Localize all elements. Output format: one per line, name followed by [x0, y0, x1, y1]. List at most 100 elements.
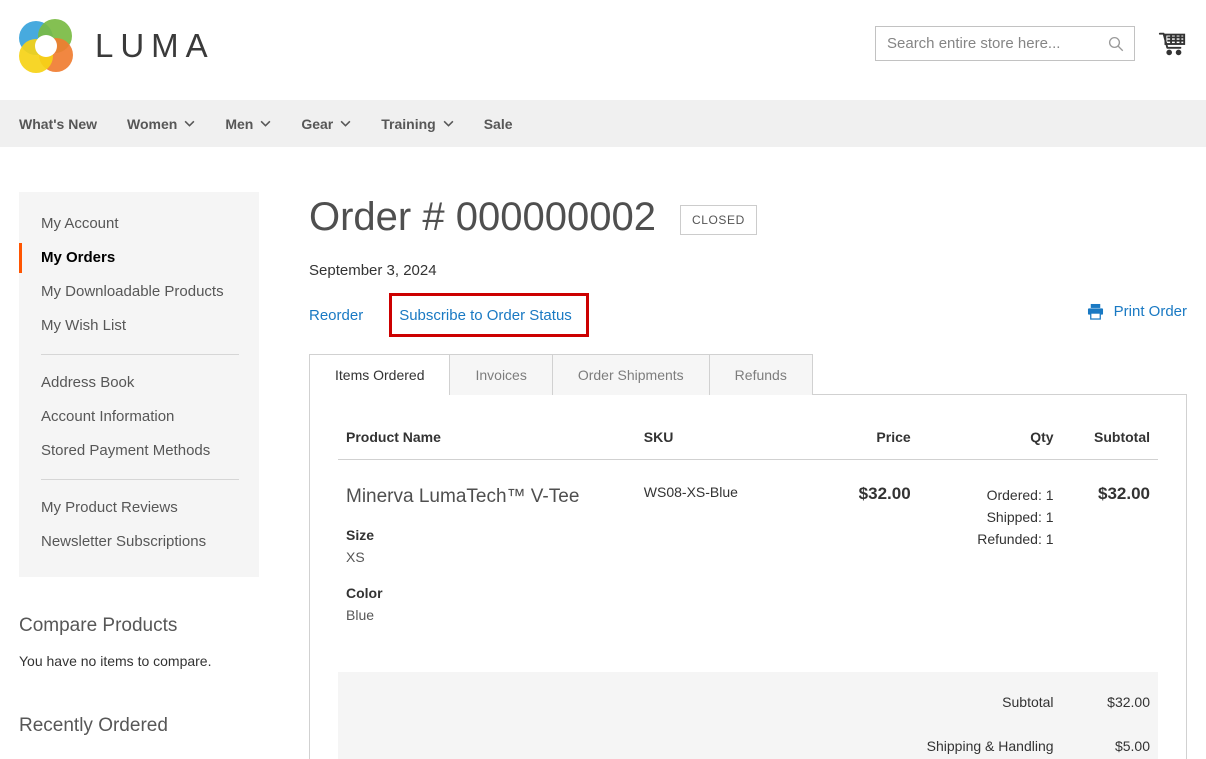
table-body: Minerva LumaTech™ V-Tee Size XS Color Bl…	[338, 460, 1158, 651]
cell-product-name: Minerva LumaTech™ V-Tee Size XS Color Bl…	[338, 460, 636, 651]
nav-item-label: Men	[225, 116, 253, 132]
sidebar-item-my-product-reviews[interactable]: My Product Reviews	[19, 491, 259, 525]
totals-value-shipping: $5.00	[1062, 724, 1158, 759]
compare-products-title: Compare Products	[19, 615, 259, 637]
cell-price: $32.00	[807, 460, 918, 651]
search-box[interactable]	[875, 26, 1135, 61]
tab-refunds[interactable]: Refunds	[709, 354, 813, 395]
chevron-down-icon	[260, 120, 271, 127]
sidebar-item-label: Account Information	[41, 408, 174, 425]
search-input[interactable]	[876, 27, 1134, 60]
qty-ordered: Ordered: 1	[927, 484, 1054, 506]
nav-item-men[interactable]: Men	[225, 116, 271, 132]
tab-label: Items Ordered	[335, 367, 424, 383]
shopping-cart-icon[interactable]	[1157, 29, 1187, 59]
sidebar-item-label: Stored Payment Methods	[41, 442, 210, 459]
order-content: Order # 000000002 CLOSED September 3, 20…	[259, 192, 1206, 759]
table-row: Minerva LumaTech™ V-Tee Size XS Color Bl…	[338, 460, 1158, 651]
column-header-price: Price	[807, 417, 918, 460]
tab-order-shipments[interactable]: Order Shipments	[552, 354, 710, 395]
reorder-link[interactable]: Reorder	[309, 307, 363, 324]
chevron-down-icon	[184, 120, 195, 127]
print-order-link[interactable]: Print Order	[1086, 302, 1187, 321]
cell-qty: Ordered: 1 Shipped: 1 Refunded: 1	[919, 460, 1062, 651]
sidebar-item-account-information[interactable]: Account Information	[19, 400, 259, 434]
product-name: Minerva LumaTech™ V-Tee	[346, 484, 628, 510]
column-header-qty: Qty	[919, 417, 1062, 460]
nav-item-training[interactable]: Training	[381, 116, 453, 132]
luma-logo-icon	[19, 19, 73, 73]
sidebar-item-label: My Account	[41, 215, 119, 232]
order-title-row: Order # 000000002 CLOSED	[309, 192, 1187, 242]
order-items-table: Product Name SKU Price Qty Subtotal Mine…	[338, 417, 1158, 759]
header-actions	[875, 26, 1187, 61]
sidebar-item-my-account[interactable]: My Account	[19, 207, 259, 241]
nav-item-label: Gear	[301, 116, 333, 132]
account-nav: My Account My Orders My Downloadable Pro…	[19, 192, 259, 577]
qty-shipped: Shipped: 1	[927, 506, 1054, 528]
nav-item-label: Training	[381, 116, 435, 132]
nav-item-label: Sale	[484, 116, 513, 132]
sidebar-divider	[41, 479, 239, 480]
table-head: Product Name SKU Price Qty Subtotal	[338, 417, 1158, 460]
account-sidebar: My Account My Orders My Downloadable Pro…	[19, 192, 259, 759]
sidebar-item-label: My Orders	[41, 249, 115, 266]
sidebar-item-my-orders[interactable]: My Orders	[19, 241, 259, 275]
sidebar-item-address-book[interactable]: Address Book	[19, 366, 259, 400]
site-logo[interactable]: LUMA	[19, 19, 215, 73]
order-tabs-wrap: Items Ordered Invoices Order Shipments R…	[309, 354, 1187, 759]
status-badge: CLOSED	[680, 205, 757, 235]
totals-spacer	[338, 650, 1158, 672]
order-date: September 3, 2024	[309, 262, 1187, 279]
nav-item-sale[interactable]: Sale	[484, 116, 513, 132]
chevron-down-icon	[443, 120, 454, 127]
cell-sku: WS08-XS-Blue	[636, 460, 808, 651]
nav-item-whats-new[interactable]: What's New	[19, 116, 97, 132]
subscribe-to-order-status-link[interactable]: Subscribe to Order Status	[385, 307, 586, 324]
page-main: My Account My Orders My Downloadable Pro…	[0, 147, 1206, 759]
table-foot: Subtotal $32.00 Shipping & Handling $5.0…	[338, 650, 1158, 759]
order-tabs: Items Ordered Invoices Order Shipments R…	[309, 354, 1187, 395]
tab-label: Invoices	[475, 367, 526, 383]
compare-products-empty-text: You have no items to compare.	[19, 653, 259, 669]
recently-ordered-title: Recently Ordered	[19, 715, 259, 737]
totals-value-subtotal: $32.00	[1062, 672, 1158, 724]
sidebar-item-label: My Product Reviews	[41, 499, 178, 516]
tab-label: Refunds	[735, 367, 787, 383]
sidebar-item-newsletter-subscriptions[interactable]: Newsletter Subscriptions	[19, 525, 259, 559]
totals-row-subtotal: Subtotal $32.00	[338, 672, 1158, 724]
sidebar-item-my-wish-list[interactable]: My Wish List	[19, 309, 259, 343]
tab-label: Order Shipments	[578, 367, 684, 383]
sidebar-item-label: My Wish List	[41, 317, 126, 334]
nav-item-gear[interactable]: Gear	[301, 116, 351, 132]
tab-items-ordered[interactable]: Items Ordered	[309, 354, 450, 395]
order-actions: Reorder Subscribe to Order Status Print …	[309, 294, 1187, 336]
nav-item-label: Women	[127, 116, 177, 132]
nav-item-label: What's New	[19, 116, 97, 132]
recently-ordered-block: Recently Ordered	[19, 715, 259, 737]
table-header-row: Product Name SKU Price Qty Subtotal	[338, 417, 1158, 460]
sidebar-divider	[41, 354, 239, 355]
cell-subtotal: $32.00	[1062, 460, 1158, 651]
sidebar-item-stored-payment-methods[interactable]: Stored Payment Methods	[19, 434, 259, 468]
sidebar-item-label: My Downloadable Products	[41, 283, 224, 300]
totals-label-subtotal: Subtotal	[919, 672, 1062, 724]
main-navigation: What's New Women Men Gear Training Sale	[0, 100, 1206, 147]
column-header-subtotal: Subtotal	[1062, 417, 1158, 460]
option-value-color: Blue	[346, 604, 628, 626]
items-ordered-panel: Product Name SKU Price Qty Subtotal Mine…	[309, 394, 1187, 759]
product-options: Size XS Color Blue	[346, 524, 628, 626]
nav-item-women[interactable]: Women	[127, 116, 195, 132]
totals-row-shipping: Shipping & Handling $5.00	[338, 724, 1158, 759]
option-label-color: Color	[346, 582, 628, 604]
totals-label-shipping: Shipping & Handling	[919, 724, 1062, 759]
print-order-label: Print Order	[1114, 303, 1187, 320]
page-header: LUMA	[0, 0, 1206, 100]
brand-name: LUMA	[95, 27, 215, 65]
tab-invoices[interactable]: Invoices	[449, 354, 552, 395]
qty-refunded: Refunded: 1	[927, 528, 1054, 550]
column-header-sku: SKU	[636, 417, 808, 460]
column-header-product-name: Product Name	[338, 417, 636, 460]
option-label-size: Size	[346, 524, 628, 546]
sidebar-item-my-downloadable-products[interactable]: My Downloadable Products	[19, 275, 259, 309]
